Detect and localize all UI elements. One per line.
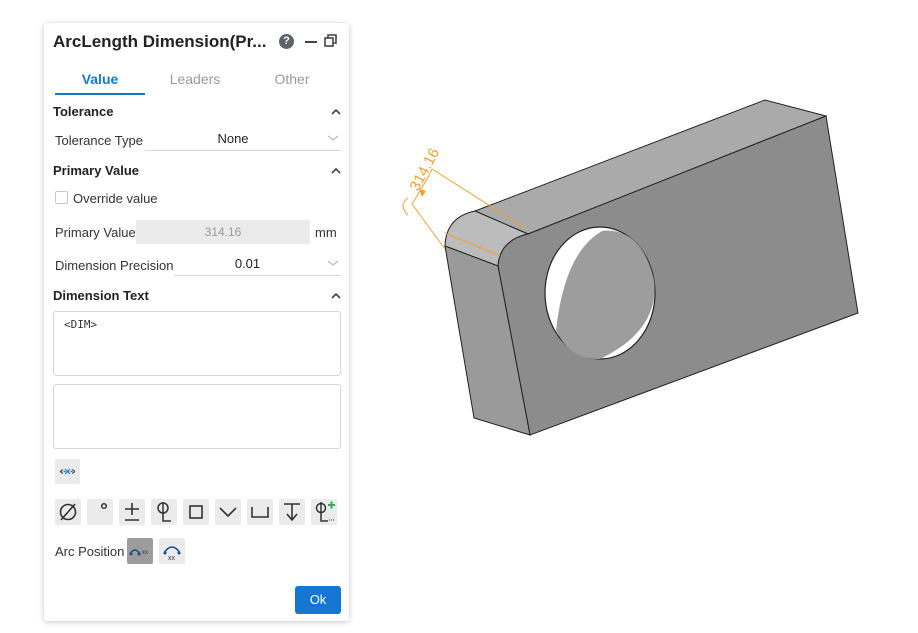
dimension-value-label[interactable]: 314.16 [407, 145, 444, 194]
override-value-checkbox[interactable] [55, 191, 68, 204]
centerline-icon [157, 502, 171, 522]
chevron-up-icon[interactable] [330, 106, 342, 118]
dimension-text-secondary-input[interactable] [53, 384, 341, 449]
dimension-precision-value: 0.01 [234, 256, 261, 271]
chevron-up-icon[interactable] [330, 165, 342, 177]
dimension-precision-label: Dimension Precision [55, 258, 174, 273]
plus-minus-symbol-button[interactable] [119, 499, 145, 525]
arclength-dimension-panel: ArcLength Dimension(Pr... ? Value Leader… [44, 23, 349, 621]
tolerance-type-value: None [217, 131, 249, 146]
tab-leaders[interactable]: Leaders [150, 69, 240, 95]
arc-position-below-button[interactable]: xx [159, 538, 185, 564]
centerline-symbol-button[interactable] [151, 499, 177, 525]
svg-text:xx: xx [142, 550, 148, 556]
help-icon[interactable]: ? [279, 34, 294, 49]
arc-below-icon: xx [163, 546, 181, 562]
dimension-precision-select[interactable]: 0.01 [174, 254, 341, 276]
arc-position-above-button[interactable]: xx [127, 538, 153, 564]
graphics-viewport[interactable]: 314.16 ArcLength Dimension(Pr... ? Value… [0, 0, 918, 633]
restore-icon[interactable] [324, 34, 338, 48]
plus-minus-icon [125, 503, 139, 521]
section-primary-value-heading[interactable]: Primary Value [53, 163, 139, 178]
svg-text:xx: xx [168, 555, 176, 562]
minimize-icon[interactable] [305, 33, 317, 49]
arc-above-icon: xx [129, 549, 148, 556]
tab-other[interactable]: Other [247, 69, 337, 95]
chevron-down-icon [327, 135, 339, 141]
degree-icon [100, 502, 108, 510]
countersink-icon [219, 507, 237, 518]
counterbore-symbol-button[interactable] [247, 499, 273, 525]
counterbore-icon [251, 507, 269, 518]
chevron-down-icon [327, 260, 339, 266]
primary-value-label: Primary Value [55, 225, 136, 240]
tab-value[interactable]: Value [55, 69, 145, 95]
dimension-text-input[interactable]: <DIM> [53, 311, 341, 376]
diameter-icon [59, 503, 77, 521]
chevron-up-icon[interactable] [330, 290, 342, 302]
unit-label: mm [315, 225, 337, 240]
insert-dimension-icon [59, 468, 76, 475]
diameter-symbol-button[interactable] [55, 499, 81, 525]
tab-bar: Value Leaders Other [53, 69, 343, 95]
section-dimension-text-heading[interactable]: Dimension Text [53, 288, 149, 303]
tolerance-type-select[interactable]: None [145, 129, 341, 151]
square-symbol-button[interactable] [183, 499, 209, 525]
countersink-symbol-button[interactable] [215, 499, 241, 525]
degree-symbol-button[interactable] [87, 499, 113, 525]
panel-title: ArcLength Dimension(Pr... [53, 32, 267, 51]
ok-button[interactable]: Ok [295, 586, 341, 614]
tolerance-type-label: Tolerance Type [55, 133, 143, 148]
square-icon [189, 505, 203, 519]
section-tolerance-heading[interactable]: Tolerance [53, 104, 113, 119]
arc-position-label: Arc Position [55, 544, 125, 559]
depth-symbol-button[interactable] [279, 499, 305, 525]
add-symbol-button[interactable] [311, 499, 337, 525]
override-value-label: Override value [73, 191, 158, 206]
add-symbol-icon [315, 501, 335, 522]
insert-dimension-button[interactable] [55, 459, 80, 484]
primary-value-input[interactable]: 314.16 [136, 220, 310, 244]
depth-icon [284, 503, 300, 522]
